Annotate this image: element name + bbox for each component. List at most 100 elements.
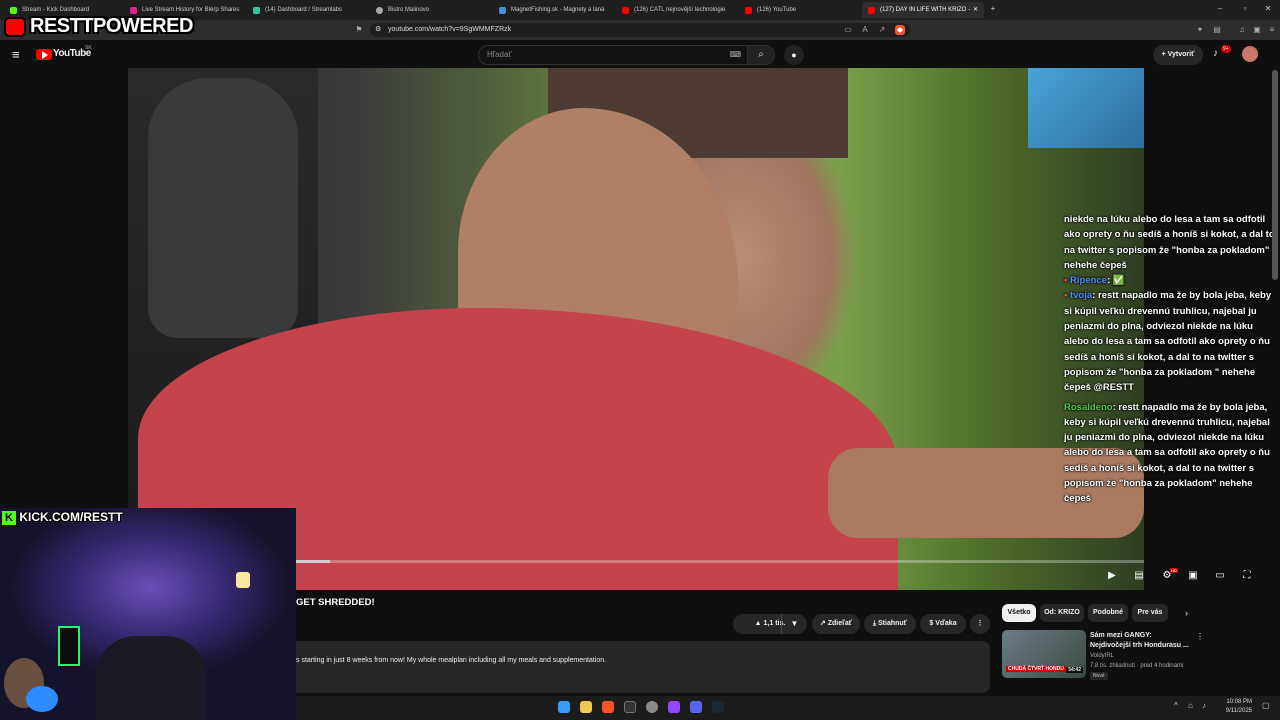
chat-badge-icon: • <box>1064 290 1068 302</box>
hd-badge: HD <box>1170 568 1178 573</box>
magnet-icon <box>499 7 506 14</box>
description-box[interactable]: s starting in just 8 weeks from now! My … <box>296 641 990 693</box>
tab-label: (14) Dashboard / Streamlabs <box>265 7 343 13</box>
download-icon: ⤓ <box>872 620 877 627</box>
bookmark-icon[interactable]: ⚑ <box>354 25 364 35</box>
start-icon[interactable] <box>558 701 570 713</box>
subtitles-icon[interactable]: ▤ <box>1132 570 1146 582</box>
share-page-icon[interactable]: ↗ <box>877 25 887 35</box>
player-controls: ▶ ▤ ⚙ HD ▣ ▭ ⛶ <box>296 556 1266 590</box>
thanks-button[interactable]: $ Vďaka <box>920 614 966 634</box>
brave-shield-icon[interactable]: ◆ <box>895 25 905 35</box>
tab-streamlabs[interactable]: (14) Dashboard / Streamlabs <box>247 2 369 18</box>
twitch-icon[interactable] <box>668 701 680 713</box>
chip-all[interactable]: Všetko <box>1002 604 1036 622</box>
chevron-right-icon[interactable]: › <box>1185 608 1188 618</box>
maximize-icon[interactable]: ▫ <box>1240 4 1250 14</box>
youtube-icon <box>868 7 875 14</box>
blerp-icon <box>130 7 137 14</box>
obs-icon[interactable] <box>646 701 658 713</box>
tab-label: (126) YouTube <box>757 7 797 13</box>
search-icon: ⌕ <box>758 49 764 60</box>
site-info-icon[interactable]: ⚙ <box>375 23 381 37</box>
notifications-bell-icon[interactable]: ♪ <box>1213 48 1218 59</box>
chat-username: Rosaldeno <box>1064 401 1113 413</box>
clock-date[interactable]: 9/11/2025 <box>1222 708 1252 714</box>
search-placeholder: Hľadať <box>487 50 512 59</box>
create-label: Vytvoriť <box>1167 51 1195 58</box>
close-tab-icon[interactable]: ✕ <box>973 2 978 18</box>
tab-catl[interactable]: (126) CATL nejnovější technologie <box>616 2 738 18</box>
chat-message: • Ripence: ✅ <box>1064 273 1278 288</box>
windows-taskbar: ^ ⌂ ♪ 10:08 PM 9/11/2025 ▢ <box>296 696 1280 720</box>
clock-time[interactable]: 10:08 PM <box>1222 699 1252 705</box>
webcam-feed: K KICK.COM/RESTT <box>0 508 296 720</box>
translate-icon[interactable]: A <box>860 25 870 35</box>
mic-icon: ● <box>791 50 797 60</box>
new-tab-icon[interactable]: + <box>988 4 998 14</box>
brand-logo: RESTTPOWERED <box>4 15 193 41</box>
kick-logo-icon: K <box>2 511 16 525</box>
tab-label: (127) DAY IN LIFE WITH KRIZO - <box>880 7 971 13</box>
brand-play-icon <box>4 17 26 37</box>
recommendation-title[interactable]: Sám mezi GANGY: Nejdivočejší trh Hondura… <box>1090 631 1194 651</box>
network-icon[interactable]: ⌂ <box>1188 701 1193 710</box>
brand-text: RESTTPOWERED <box>30 15 193 37</box>
voice-search-button[interactable]: ● <box>784 45 804 65</box>
autoplay-toggle[interactable]: ▶ <box>1102 570 1122 582</box>
discord-icon[interactable] <box>690 701 702 713</box>
play-triangle-icon <box>42 51 48 59</box>
share-button[interactable]: ↗ Zdieľať <box>812 614 860 634</box>
like-icon: ▲ <box>754 620 764 627</box>
dislike-icon[interactable]: ▼ <box>781 614 807 634</box>
steam-icon[interactable] <box>712 701 724 713</box>
tray-chevron-icon[interactable]: ^ <box>1174 701 1178 710</box>
file-explorer-icon[interactable] <box>580 701 592 713</box>
tab-krizo-active[interactable]: (127) DAY IN LIFE WITH KRIZO - ✕ <box>862 2 984 18</box>
recommendation-more-icon[interactable]: ⋮ <box>1196 632 1204 641</box>
notification-center-icon[interactable]: ▢ <box>1262 701 1270 710</box>
download-button[interactable]: ⤓ Stiahnuť <box>864 614 916 634</box>
terminal-icon[interactable] <box>624 701 636 713</box>
share-label: Zdieľať <box>827 620 853 627</box>
browser-menu-icon[interactable]: ≡ <box>1267 25 1277 35</box>
search-button[interactable]: ⌕ <box>747 45 775 65</box>
miniplayer-icon[interactable]: ▣ <box>1186 570 1200 582</box>
chip-from-channel[interactable]: Od: KRIZO <box>1040 604 1084 622</box>
media-icon[interactable]: ♫ <box>1237 25 1247 35</box>
recommendation-channel[interactable]: VoldyIRL <box>1090 653 1114 659</box>
recommendation-meta: 7,8 tis. zhliadnutí · pred 4 hodinami <box>1090 663 1184 669</box>
cast-icon[interactable]: ▭ <box>843 25 853 35</box>
extensions-icon[interactable]: ✦ <box>1195 25 1205 35</box>
theater-mode-icon[interactable]: ▭ <box>1213 570 1227 582</box>
tab-label: (126) CATL nejnovější technologie <box>634 7 726 13</box>
minimize-icon[interactable]: – <box>1215 4 1225 14</box>
recommendation-thumbnail[interactable]: CHUDÁ ČTVRŤ HONDU 54:42 <box>1002 630 1086 678</box>
search-input[interactable]: Hľadať ⌨ <box>478 45 748 65</box>
video-title: GET SHREDDED! <box>296 597 375 608</box>
progress-bar[interactable] <box>296 560 1144 563</box>
avatar[interactable] <box>1242 46 1258 62</box>
youtube-icon <box>745 7 752 14</box>
notification-count-badge: 9+ <box>1221 45 1231 53</box>
url-field[interactable]: ⚙ youtube.com/watch?v=9SgWMMFZRzk <box>370 23 910 37</box>
sidebar-icon[interactable]: ▤ <box>1212 25 1222 35</box>
chip-for-you[interactable]: Pre vás <box>1132 604 1168 622</box>
brave-icon[interactable] <box>602 701 614 713</box>
gaming-chair <box>96 636 206 720</box>
fullscreen-icon[interactable]: ⛶ <box>1240 570 1254 582</box>
wallet-icon[interactable]: ▣ <box>1252 25 1262 35</box>
keyboard-icon[interactable]: ⌨ <box>729 46 741 64</box>
chat-text: : restt napadlo ma že by bola jeba, keby… <box>1064 290 1272 394</box>
create-button[interactable]: + Vytvoriť <box>1153 45 1203 65</box>
tab-magnetfishing[interactable]: MagnetFishing.sk - Magnety a laná <box>493 2 615 18</box>
tab-youtube[interactable]: (126) YouTube <box>739 2 861 18</box>
page-scrollbar[interactable] <box>1272 70 1278 280</box>
more-actions-icon[interactable]: ⋮ <box>970 614 990 634</box>
chip-related[interactable]: Podobné <box>1088 604 1128 622</box>
tab-bistro[interactable]: Bistro Malinovo <box>370 2 492 18</box>
hamburger-menu-icon[interactable]: ≡ <box>12 48 20 62</box>
close-window-icon[interactable]: ✕ <box>1263 4 1273 14</box>
volume-icon[interactable]: ♪ <box>1202 701 1206 710</box>
new-badge: Nové <box>1090 672 1108 680</box>
